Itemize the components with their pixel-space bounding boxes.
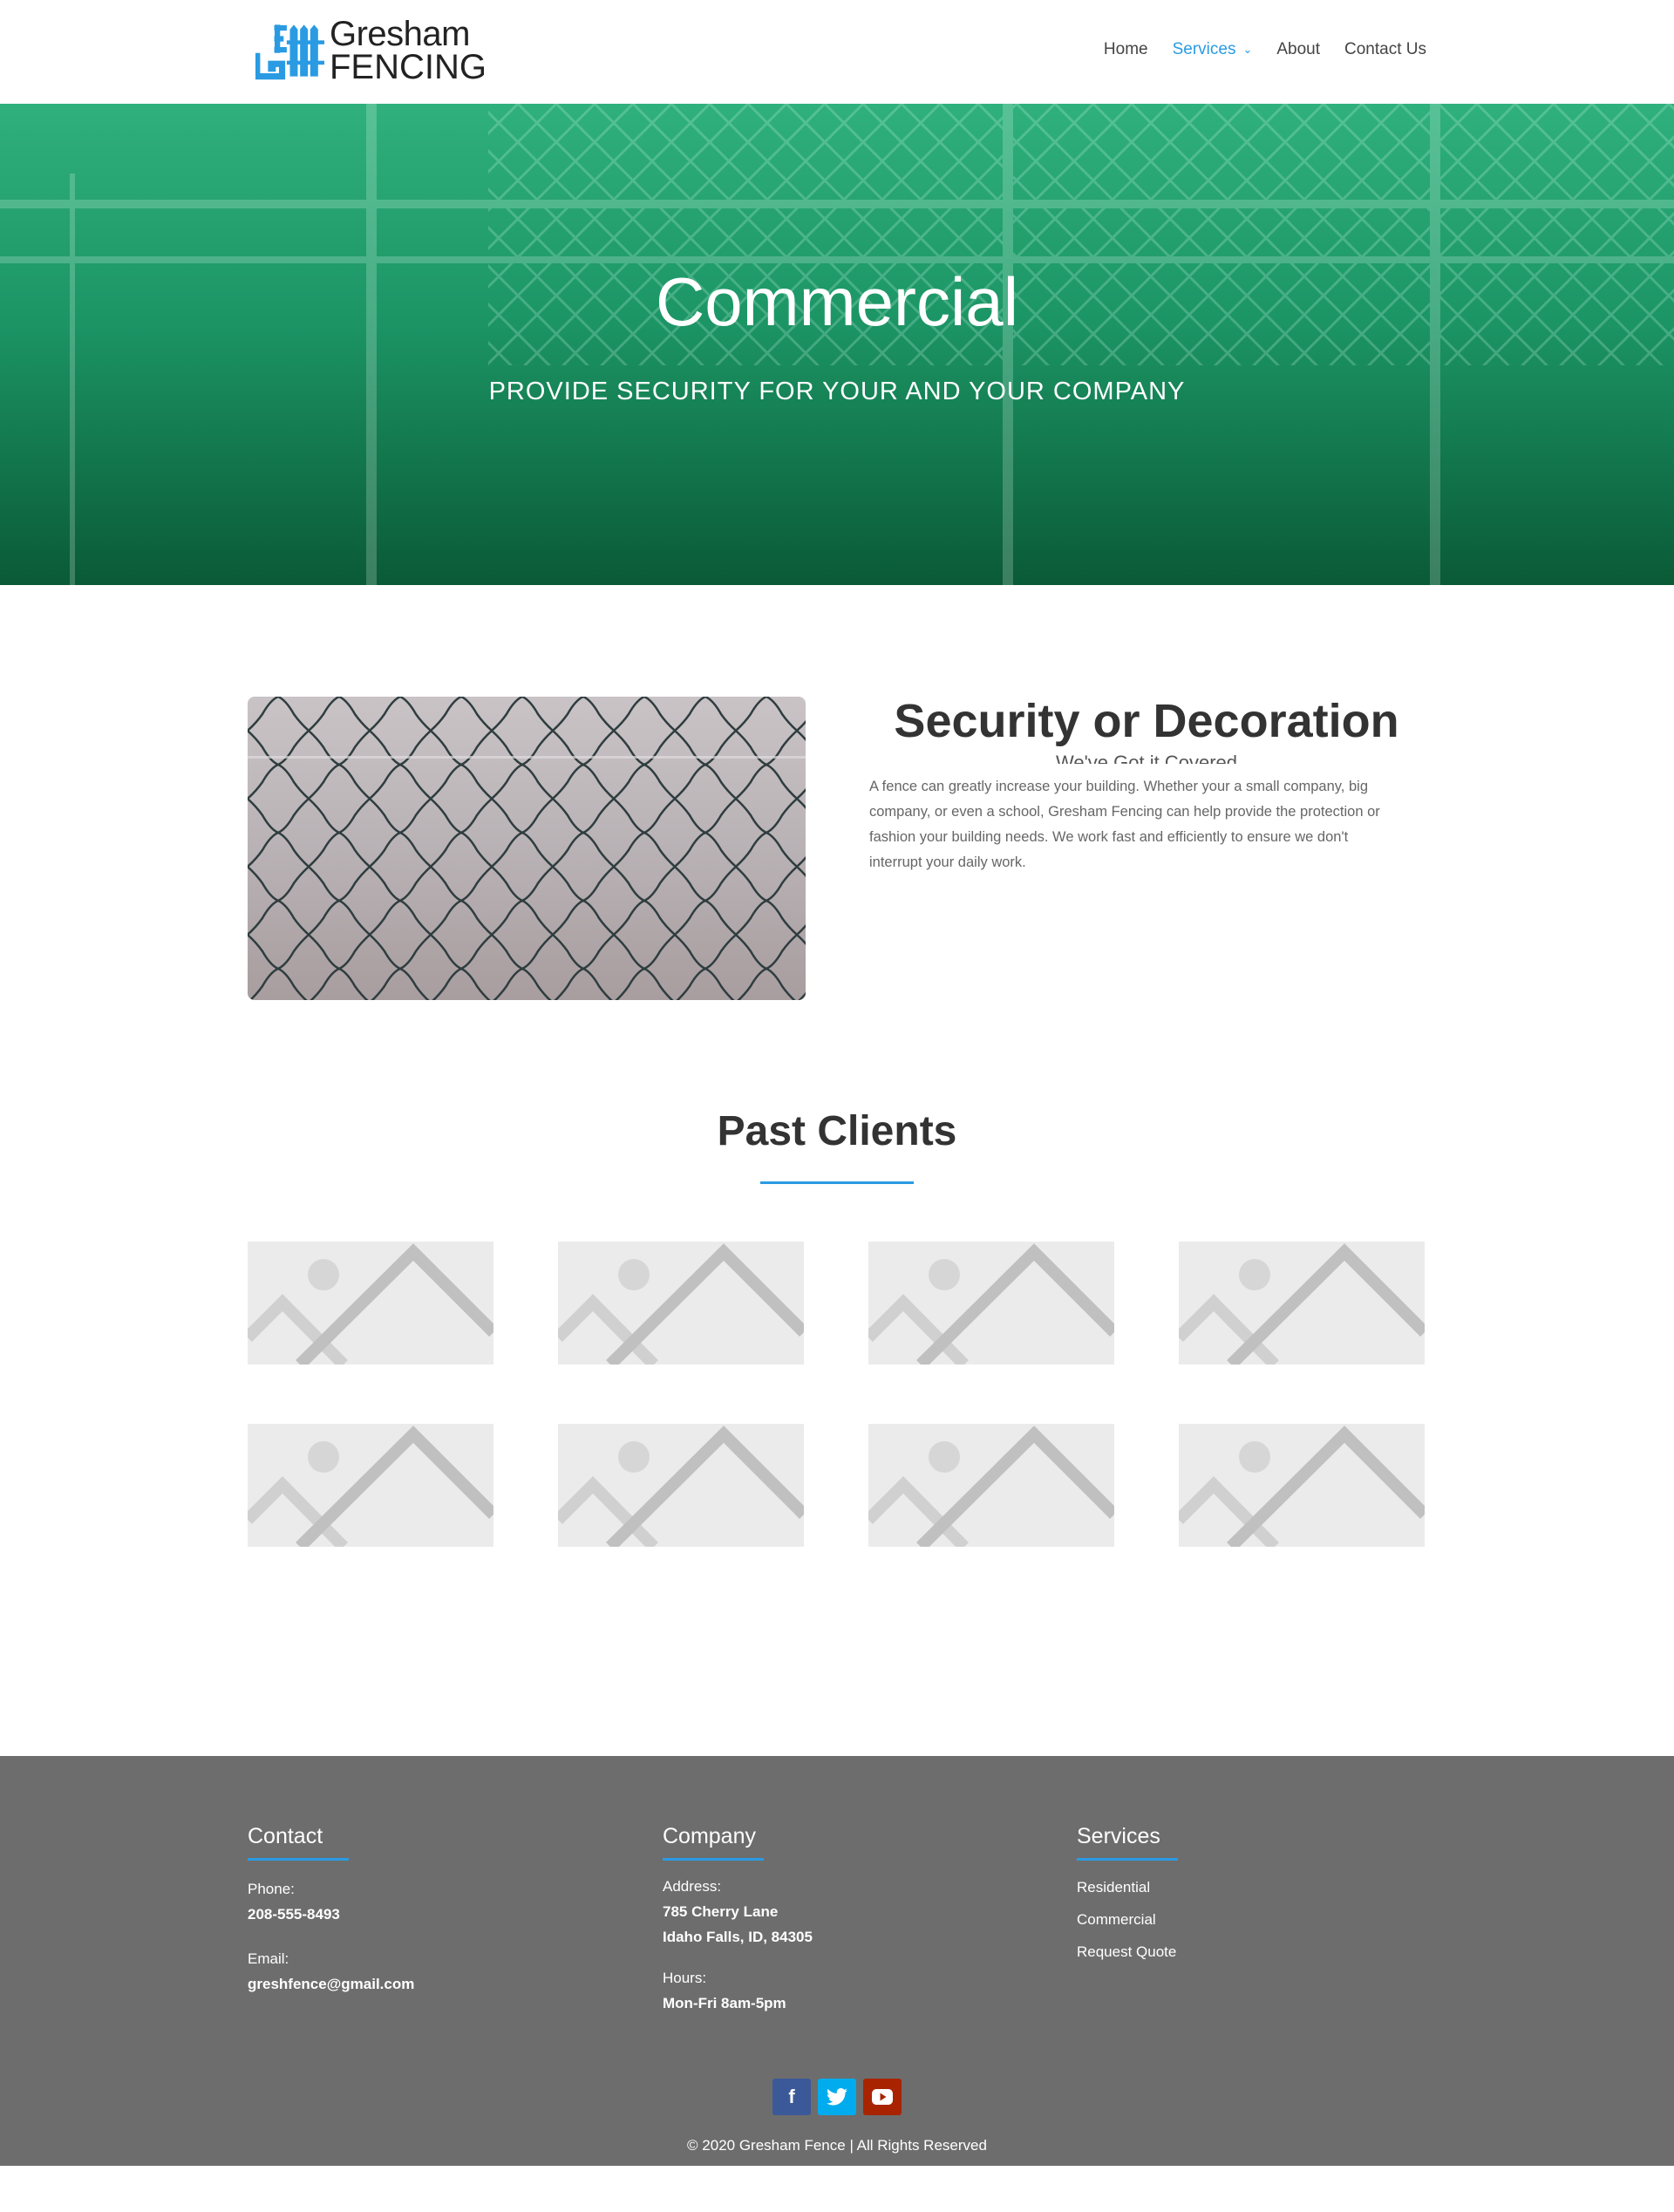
image-placeholder-icon [558,1243,804,1365]
image-placeholder-icon [868,1426,1114,1547]
footer-services-column: Services Residential Commercial Request … [1077,1824,1178,1968]
client-logo-placeholder [558,1424,804,1547]
site-logo[interactable]: Gresham FENCING [255,17,487,85]
logo-line-1: Gresham [330,15,471,53]
chain-fence-background [0,104,1674,585]
footer-link-residential[interactable]: Residential [1077,1871,1178,1903]
fence-logo-icon [255,24,324,80]
hours-label: Hours: [663,1970,707,1986]
email-value[interactable]: greshfence@gmail.com [248,1971,414,1997]
social-links: f [772,2079,902,2115]
main-nav: Home Services ⌄ About Contact Us [1079,40,1426,59]
address-label: Address: [663,1878,722,1895]
nav-services[interactable]: Services ⌄ [1173,40,1253,59]
hours-value: Mon-Fri 8am-5pm [663,1995,786,2011]
twitter-icon[interactable] [818,2079,856,2115]
image-placeholder-icon [248,1243,493,1365]
chain-link-fence-image [248,697,806,1000]
hero-banner: Commercial PROVIDE SECURITY FOR YOUR AND… [0,104,1674,585]
footer-address: Address: 785 Cherry Lane Idaho Falls, ID… [663,1874,813,1950]
chain-link-graphic [248,697,806,1000]
youtube-play-glyph [872,2089,893,2105]
address-line-1: 785 Cherry Lane [663,1903,779,1920]
nav-home[interactable]: Home [1104,40,1148,59]
page-title: Commercial [655,263,1019,340]
client-logo-placeholder [868,1242,1114,1365]
footer-link-commercial[interactable]: Commercial [1077,1903,1178,1936]
footer-email: Email: greshfence@gmail.com [248,1946,414,1997]
phone-value[interactable]: 208-555-8493 [248,1902,414,1927]
client-logo-placeholder [1179,1424,1425,1547]
client-logo-placeholder [248,1424,493,1547]
heading-divider [760,1181,914,1184]
footer-heading-divider [663,1858,764,1861]
footer-services-heading: Services [1077,1824,1160,1848]
client-logo-placeholder [868,1424,1114,1547]
address-line-2: Idaho Falls, ID, 84305 [663,1929,813,1945]
footer-company-heading: Company [663,1824,756,1848]
image-placeholder-icon [868,1243,1114,1365]
feature-heading: Security or Decoration [894,695,1399,747]
email-label: Email: [248,1950,289,1967]
nav-about[interactable]: About [1276,40,1320,59]
image-placeholder-icon [558,1426,804,1547]
youtube-icon[interactable] [863,2079,902,2115]
copyright-text: © 2020 Gresham Fence | All Rights Reserv… [687,2137,987,2154]
feature-subheading: We've Got it Covered [1056,752,1237,764]
site-header: Gresham FENCING Home Services ⌄ About Co… [0,0,1674,104]
footer-company-column: Company Address: 785 Cherry Lane Idaho F… [663,1824,813,2016]
logo-line-2: FENCING [330,48,487,86]
footer-contact-heading: Contact [248,1824,323,1848]
footer-services-links: Residential Commercial Request Quote [1077,1871,1178,1968]
past-clients-heading: Past Clients [717,1108,957,1154]
footer-phone: Phone: 208-555-8493 [248,1876,414,1927]
client-logo-placeholder [558,1242,804,1365]
phone-label: Phone: [248,1881,295,1897]
nav-contact[interactable]: Contact Us [1344,40,1426,59]
image-placeholder-icon [1179,1426,1425,1547]
site-footer: Contact Phone: 208-555-8493 Email: gresh… [0,1756,1674,2166]
hero-subtitle: PROVIDE SECURITY FOR YOUR AND YOUR COMPA… [488,378,1186,405]
client-logo-placeholder [248,1242,493,1365]
facebook-icon[interactable]: f [772,2079,811,2115]
twitter-bird-glyph [827,2088,847,2106]
chevron-down-icon: ⌄ [1242,43,1253,56]
footer-hours: Hours: Mon-Fri 8am-5pm [663,1965,813,2016]
nav-services-label: Services [1172,40,1236,58]
image-placeholder-icon [1179,1243,1425,1365]
footer-heading-divider [248,1858,349,1861]
footer-heading-divider [1077,1858,1178,1861]
footer-link-request-quote[interactable]: Request Quote [1077,1936,1178,1968]
feature-description: A fence can greatly increase your buildi… [869,779,1380,870]
logo-wordmark: Gresham FENCING [330,17,487,85]
client-logo-placeholder [1179,1242,1425,1365]
footer-contact-column: Contact Phone: 208-555-8493 Email: gresh… [248,1824,414,1997]
image-placeholder-icon [248,1426,493,1547]
